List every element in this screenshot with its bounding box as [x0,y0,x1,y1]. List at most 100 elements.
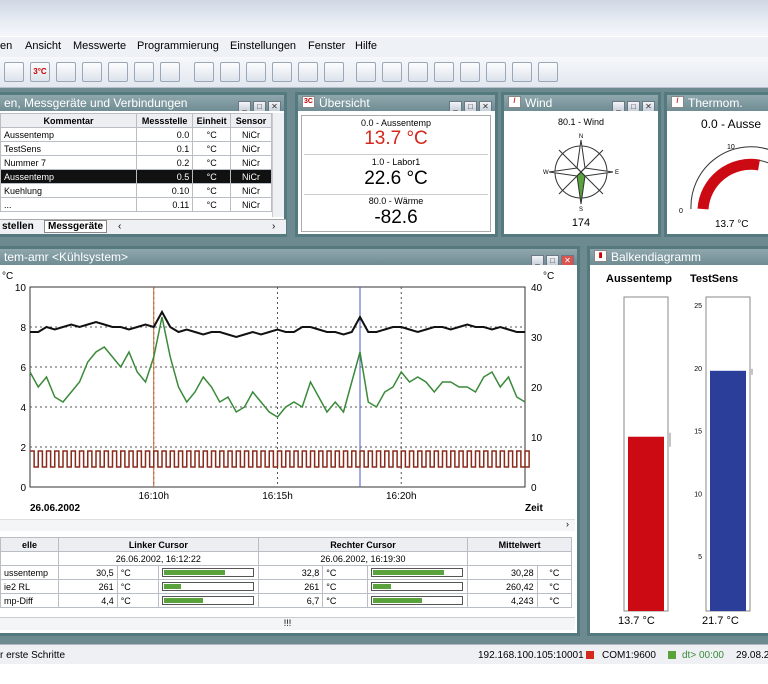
bar-window-titlebar[interactable]: ▮ Balkendiagramm [590,249,768,265]
scroll-left-icon[interactable]: ‹ [118,221,121,232]
col-stelle[interactable]: elle [0,537,59,552]
close-button[interactable]: ✕ [642,101,655,111]
edit-icon[interactable] [272,62,292,82]
bar-chart: 2520151050 [623,296,753,612]
overview-window-titlebar[interactable]: 3C Übersicht _ □ ✕ [298,95,495,111]
y-tick-label: 10 [15,283,27,294]
table-cell: 30,28 [467,565,538,580]
clock-icon[interactable] [408,62,428,82]
close-button[interactable]: ✕ [268,101,281,111]
chart-window[interactable]: tem-amr <Kühlsystem> _ □ ✕ 10 8 6 4 2 0 40 30 20 10… [0,246,580,636]
table-icon[interactable] [82,62,102,82]
sensors-scrollbar[interactable] [272,113,284,217]
bar-window[interactable]: ▮ Balkendiagramm Aussentemp TestSens 25 20… [587,246,768,636]
menu-messwerte[interactable]: Messwerte [73,40,126,52]
wind-window-titlebar[interactable]: / Wind _ □ ✕ [504,95,658,111]
table-cell: °C [192,197,232,212]
open-folder-icon[interactable] [194,62,214,82]
maximize-button[interactable]: □ [464,101,477,111]
col-rechter-cursor[interactable]: Rechter Cursor [257,537,469,552]
line-chart[interactable]: 1086420403020100°C °C16:10h 16:15h 16:20h26… [0,267,575,519]
menu-programmierung[interactable]: Programmierung [137,40,219,52]
thermo-window-titlebar[interactable]: / Thermom. [667,95,768,111]
minimize-button[interactable]: _ [612,101,625,111]
col-linker-cursor[interactable]: Linker Cursor [58,537,259,552]
bar2 [710,370,746,611]
scroll-right-icon[interactable]: › [566,519,569,529]
print-preview-icon[interactable] [246,62,266,82]
graph-icon[interactable] [134,62,154,82]
chart-icon[interactable] [56,62,76,82]
table-cell: TestSens [0,141,137,156]
close-button[interactable]: ✕ [561,255,574,265]
compass-n: N [579,134,583,140]
table-row[interactable]: Aussentemp 0.0 °C NiCr [0,127,272,142]
scroll-grip[interactable]: !!! [284,618,292,628]
table-cell: 0.2 [135,155,194,170]
table-hscrollbar[interactable]: !!! [0,617,575,630]
close-button[interactable]: ✕ [479,101,492,111]
col-einheit[interactable]: Einheit [192,113,232,128]
sensors-table: Kommentar Messstelle Einheit Sensor Auss… [0,113,272,212]
wind-window[interactable]: / Wind _ □ ✕ 80.1 - Wind N E S W 174 [501,92,661,237]
table-row[interactable]: ie2 RL 261 °C 261 °C 260,42 °C [0,579,573,594]
floppy-icon[interactable] [220,62,240,82]
chart-window-titlebar[interactable]: tem-amr <Kühlsystem> _ □ ✕ [0,249,577,265]
save-icon[interactable] [160,62,180,82]
status-ip: 192.168.100.105:10001 [478,650,584,661]
menu-bar: en Ansicht Messwerte Programmierung Eins… [0,37,768,57]
col-messstelle[interactable]: Messstelle [135,113,194,128]
menu-file[interactable]: en [0,40,12,52]
col-kommentar[interactable]: Kommentar [0,113,137,128]
menu-hilfe[interactable]: Hilfe [355,40,377,52]
menu-ansicht[interactable]: Ansicht [25,40,61,52]
maximize-button[interactable]: □ [253,101,266,111]
cursor-table: elle Linker Cursor Rechter Cursor Mittel… [0,537,573,608]
settings-icon[interactable] [4,62,24,82]
zoom-icon[interactable] [460,62,480,82]
overview-window[interactable]: 3C Übersicht _ □ ✕ 0.0 - Aussentemp 13.7 °C… [295,92,498,237]
minimize-button[interactable]: _ [449,101,462,111]
table-row[interactable]: Aussentemp 0.5 °C NiCr [0,169,272,184]
col-sensor[interactable]: Sensor [230,113,272,128]
maximize-button[interactable]: □ [627,101,640,111]
sensors-window[interactable]: en, Messgeräte und Verbindungen _ □ ✕ Komm… [0,92,287,237]
tab-messstellen[interactable]: stellen [2,221,34,232]
overview-label-3: 80.0 - Wärme [368,196,424,206]
overview-value-3: -82.6 [374,207,418,228]
table-cell: °C [536,593,573,608]
table-row[interactable]: Kuehlung 0.10 °C NiCr [0,183,272,198]
col-mittelwert[interactable]: Mittelwert [467,537,572,552]
table-cell: Aussentemp [0,127,137,142]
thermo-window[interactable]: / Thermom. 0.0 - Ausse 0 10 13.7 °C [664,92,768,237]
pen-icon[interactable] [434,62,454,82]
thermo-min: 0 [679,208,683,215]
table-row[interactable]: Nummer 7 0.2 °C NiCr [0,155,272,170]
printer-icon[interactable] [486,62,506,82]
status-date: 29.08.2 [736,650,768,661]
table-cell: °C [116,565,159,580]
menu-fenster[interactable]: Fenster [308,40,345,52]
scroll-right-icon[interactable]: › [272,221,275,232]
table-row[interactable]: ussentemp 30,5 °C 32,8 °C 30,28 °C [0,565,573,580]
thermo-window-title: Thermom. [688,96,743,110]
table-row[interactable]: ... 0.11 °C NiCr [0,197,272,212]
sensors-window-titlebar[interactable]: en, Messgeräte und Verbindungen _ □ ✕ [0,95,284,111]
wand-icon[interactable] [538,62,558,82]
chart-hscrollbar[interactable]: › [0,519,575,531]
menu-einstellungen[interactable]: Einstellungen [230,40,296,52]
device-icon[interactable] [512,62,532,82]
minimize-button[interactable]: _ [238,101,251,111]
table-row[interactable]: mp-Diff 4,4 °C 6,7 °C 4,243 °C [0,593,573,608]
tv-icon[interactable] [324,62,344,82]
maximize-button[interactable]: □ [546,255,559,265]
3c-icon[interactable]: 3°C [30,62,50,82]
copy-icon[interactable] [298,62,318,82]
bell-icon[interactable] [356,62,376,82]
export-icon[interactable] [108,62,128,82]
y-tick-label: 0 [20,483,26,494]
network-icon[interactable] [382,62,402,82]
table-row[interactable]: TestSens 0.1 °C NiCr [0,141,272,156]
tab-messgeraete[interactable]: Messgeräte [44,220,108,233]
minimize-button[interactable]: _ [531,255,544,265]
